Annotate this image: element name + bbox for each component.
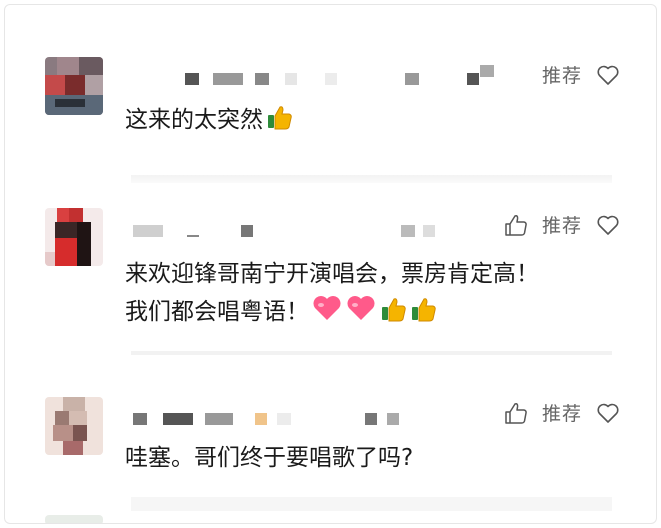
heart-icon[interactable] <box>596 402 620 424</box>
like-icon[interactable] <box>504 402 528 424</box>
heart-icon[interactable] <box>596 214 620 236</box>
comment-text-line: 来欢迎锋哥南宁开演唱会，票房肯定高！ <box>125 261 539 287</box>
comment-actions: 推荐 <box>504 211 620 238</box>
username[interactable] <box>185 65 515 85</box>
username[interactable] <box>133 225 435 237</box>
avatar[interactable] <box>45 515 103 523</box>
pink-heart-emoji <box>313 296 341 320</box>
recommend-label[interactable]: 推荐 <box>542 61 582 88</box>
avatar[interactable] <box>45 397 103 455</box>
thumbs-up-emoji <box>268 106 292 130</box>
pink-heart-emoji <box>347 296 375 320</box>
thumbs-up-emoji <box>412 298 436 322</box>
recommend-label[interactable]: 推荐 <box>542 211 582 238</box>
heart-icon[interactable] <box>596 64 620 86</box>
thumbs-up-emoji <box>382 298 406 322</box>
comment-text-line: 我们都会唱粤语！ <box>125 293 539 331</box>
comment-actions: 推荐 <box>542 61 620 88</box>
username[interactable] <box>133 413 433 425</box>
comment-text: 哇塞。哥们终于要唱歌了吗? <box>125 445 414 471</box>
comment-list: 推荐 这来的太突然 推荐 来欢迎锋哥南宁开演唱会，票房肯定高！ 我们都会唱粤语！… <box>4 4 657 524</box>
divider <box>131 175 612 183</box>
avatar[interactable] <box>45 57 103 115</box>
comment-text: 这来的太突然 <box>125 101 293 139</box>
comment-text: 来欢迎锋哥南宁开演唱会，票房肯定高！ 我们都会唱粤语！ <box>125 255 539 331</box>
comment-actions: 推荐 <box>504 399 620 426</box>
divider <box>131 351 612 355</box>
divider <box>131 497 612 511</box>
like-icon[interactable] <box>504 214 528 236</box>
recommend-label[interactable]: 推荐 <box>542 399 582 426</box>
avatar[interactable] <box>45 208 103 266</box>
